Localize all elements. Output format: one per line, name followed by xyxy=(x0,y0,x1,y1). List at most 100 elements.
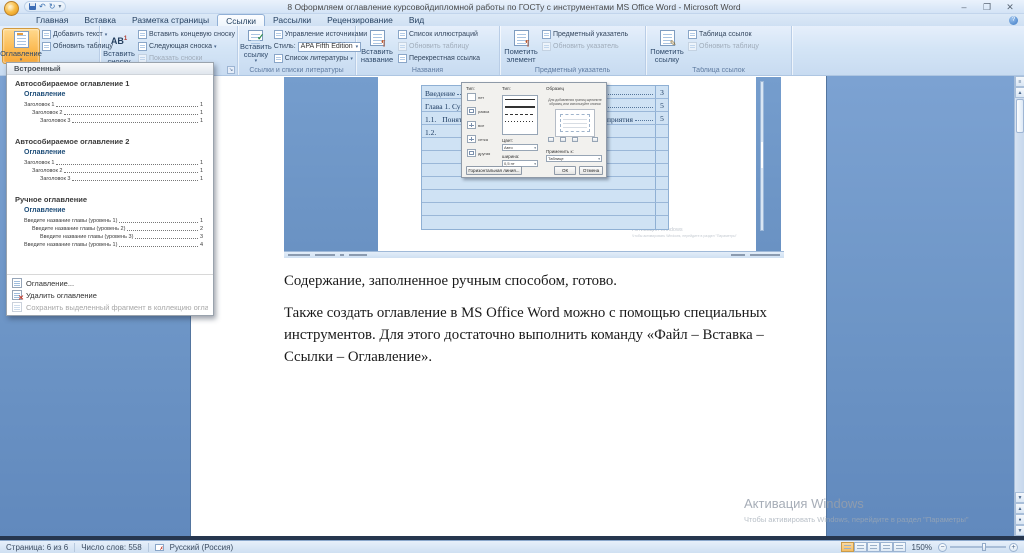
page-indicator[interactable]: Страница: 6 из 6 xyxy=(6,543,68,552)
border-toggle-button[interactable] xyxy=(592,137,598,142)
table-of-figures-button[interactable]: Список иллюстраций xyxy=(398,29,480,40)
activation-watermark: Активация Windows Чтобы активировать Win… xyxy=(744,496,969,524)
sample-preview[interactable] xyxy=(555,108,595,137)
horizontal-line-button[interactable]: Горизонтальная линия... xyxy=(466,166,522,175)
border-toggle-button[interactable] xyxy=(548,137,554,142)
insert-endnote-button[interactable]: Вставить концевую сноску xyxy=(138,29,235,40)
style-combo[interactable]: APA Fifth Edition ▾ xyxy=(297,41,362,52)
close-button[interactable]: ✕ xyxy=(1004,1,1016,13)
tab-view[interactable]: Вид xyxy=(401,14,432,26)
window-controls: – ❐ ✕ xyxy=(958,1,1016,13)
tab-mailings[interactable]: Рассылки xyxy=(265,14,319,26)
document-page[interactable]: Введение 3 Глава 1. Сущ 5 1.1. Понят пре… xyxy=(190,76,969,536)
chevron-down-icon: ▾ xyxy=(350,55,353,62)
border-option-custom[interactable]: другая xyxy=(467,149,490,157)
save-icon[interactable] xyxy=(29,3,36,10)
tab-insert[interactable]: Вставка xyxy=(76,14,124,26)
gallery-item-manual-toc[interactable]: Ручное оглавление xyxy=(7,191,213,205)
title-bar: ↶ ↻ ▾ 8 Оформляем оглавление курсовойдип… xyxy=(0,0,1024,16)
cancel-button[interactable]: Отмена xyxy=(579,166,603,175)
insert-endnote-label: Вставить концевую сноску xyxy=(149,31,235,38)
table-of-authorities-button[interactable]: Таблица ссылок xyxy=(688,29,759,40)
gallery-preview[interactable]: Оглавление Введите название главы (урове… xyxy=(24,207,203,248)
insert-caption-button[interactable]: Вставить название xyxy=(358,28,396,64)
border-toggle-button[interactable] xyxy=(572,137,578,142)
gallery-item-auto-toc-1[interactable]: Автособираемое оглавление 1 xyxy=(7,75,213,89)
next-page-icon[interactable]: ▼ xyxy=(1015,525,1024,536)
insert-index-button[interactable]: Предметный указатель xyxy=(542,29,628,40)
qat-customize-arrow-icon[interactable]: ▾ xyxy=(58,3,61,10)
gallery-preview[interactable]: Оглавление Заголовок 11 Заголовок 21 Заг… xyxy=(24,149,203,182)
toc-button[interactable]: Оглавление ▾ xyxy=(0,28,42,64)
print-layout-view-button[interactable] xyxy=(840,542,854,552)
cross-reference-button[interactable]: Перекрестная ссылка xyxy=(398,53,480,64)
border-option-all[interactable]: все xyxy=(467,121,484,129)
gallery-item-auto-toc-2[interactable]: Автособираемое оглавление 2 xyxy=(7,133,213,147)
paragraph: Также создать оглавление в MS Office Wor… xyxy=(284,305,767,365)
border-option-none[interactable]: нет xyxy=(467,93,484,101)
gallery-preview[interactable]: Оглавление Заголовок 11 Заголовок 21 Заг… xyxy=(24,91,203,124)
tab-home[interactable]: Главная xyxy=(28,14,76,26)
embedded-screenshot-image: Введение 3 Глава 1. Сущ 5 1.1. Понят пре… xyxy=(284,77,784,258)
vertical-scrollbar[interactable]: ≡ ▲ ▼ ▲ ● ▼ xyxy=(1014,76,1024,536)
browse-object-icon[interactable]: ● xyxy=(1015,514,1024,525)
line-style-list[interactable] xyxy=(502,95,538,135)
redo-icon[interactable]: ↻ xyxy=(49,2,56,11)
previous-page-icon[interactable]: ▲ xyxy=(1015,503,1024,514)
insert-citation-button[interactable]: Вставить ссылку ▾ xyxy=(240,28,272,64)
draft-view-button[interactable] xyxy=(892,542,906,552)
zoom-thumb[interactable] xyxy=(982,543,986,551)
manage-sources-button[interactable]: Управление источниками xyxy=(273,29,367,40)
border-none-icon xyxy=(467,93,476,101)
next-footnote-button[interactable]: Следующая сноска ▾ xyxy=(138,41,235,52)
minimize-button[interactable]: – xyxy=(958,1,970,13)
dialog-launcher-icon[interactable]: ↘ xyxy=(227,66,235,74)
border-option-box[interactable]: рамка xyxy=(467,107,489,115)
border-toggle-button[interactable] xyxy=(560,137,566,142)
menu-item-insert-toc[interactable]: Оглавление... xyxy=(7,277,213,289)
insert-footnote-button[interactable]: AB1 Вставить сноску xyxy=(102,28,136,66)
help-icon[interactable]: ? xyxy=(1009,16,1018,25)
proofing-icon[interactable] xyxy=(154,543,164,552)
update-figures-button: Обновить таблицу xyxy=(398,41,480,52)
tab-references[interactable]: Ссылки xyxy=(217,14,266,26)
group-authorities: Пометить ссылку Таблица ссылок Обновить … xyxy=(646,26,792,75)
bibliography-button[interactable]: Список литературы ▾ xyxy=(273,53,367,64)
border-option-grid[interactable]: сетка xyxy=(467,135,488,143)
outline-view-button[interactable] xyxy=(879,542,893,552)
undo-icon[interactable]: ↶ xyxy=(39,2,46,11)
ribbon-empty-space xyxy=(792,26,1024,75)
word-count[interactable]: Число слов: 558 xyxy=(81,543,141,552)
tab-review[interactable]: Рецензирование xyxy=(319,14,401,26)
office-button[interactable] xyxy=(4,1,19,16)
ruler-toggle-icon[interactable]: ≡ xyxy=(1015,76,1024,87)
restore-button[interactable]: ❐ xyxy=(981,1,993,13)
style-label: Стиль: xyxy=(273,43,296,50)
zoom-in-button[interactable]: + xyxy=(1009,542,1018,552)
zoom-out-button[interactable]: − xyxy=(938,542,947,552)
web-layout-view-button[interactable] xyxy=(866,542,880,552)
color-combo[interactable]: Авто ▾ xyxy=(502,144,538,151)
zoom-level[interactable]: 150% xyxy=(912,543,932,552)
scroll-up-icon[interactable]: ▲ xyxy=(1015,87,1024,98)
mark-citation-button[interactable]: Пометить ссылку xyxy=(648,28,686,64)
scroll-down-icon[interactable]: ▼ xyxy=(1015,492,1024,503)
mark-entry-label: Пометить элемент xyxy=(504,47,538,64)
language-indicator[interactable]: Русский (Россия) xyxy=(170,543,233,552)
toc-icon xyxy=(13,31,29,48)
apply-to-combo[interactable]: Таблице ▾ xyxy=(546,155,602,162)
zoom-track[interactable] xyxy=(950,543,1006,551)
fullscreen-view-button[interactable] xyxy=(853,542,867,552)
update-index-icon xyxy=(542,42,551,51)
tab-page-layout[interactable]: Разметка страницы xyxy=(124,14,217,26)
table-of-authorities-label: Таблица ссылок xyxy=(699,31,752,38)
menu-item-remove-toc[interactable]: Удалить оглавление xyxy=(7,289,213,302)
save-selection-icon xyxy=(12,302,22,312)
update-authorities-icon xyxy=(688,42,697,51)
embedded-status-bar xyxy=(284,251,784,258)
borders-dialog: Тип: нет рамка все сетка другая Тип: Цве… xyxy=(461,82,607,178)
scrollbar-thumb[interactable] xyxy=(1015,99,1024,133)
ok-button[interactable]: ОК xyxy=(554,166,576,175)
width-label: ширина: xyxy=(502,154,520,159)
mark-entry-button[interactable]: Пометить элемент xyxy=(502,28,540,64)
